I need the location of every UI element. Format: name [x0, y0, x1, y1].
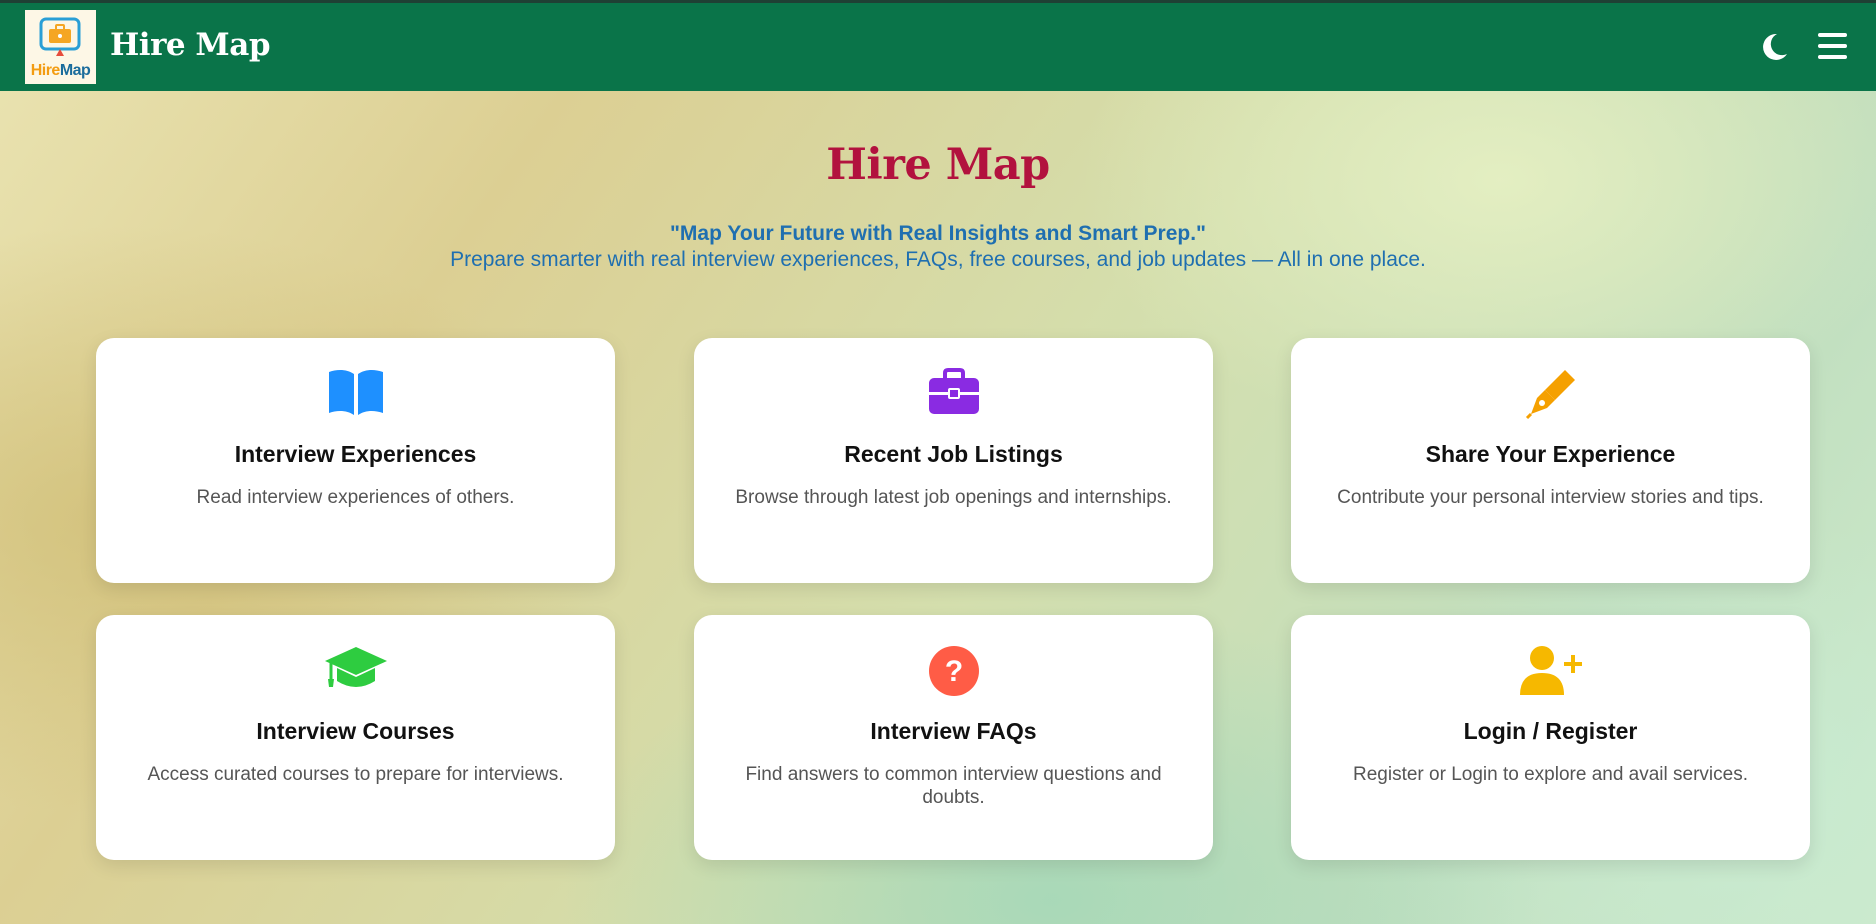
- card-share-your-experience[interactable]: Share Your Experience Contribute your pe…: [1291, 338, 1810, 583]
- question-circle-icon: ?: [928, 646, 979, 696]
- briefcase-icon: [928, 368, 979, 414]
- card-title: Share Your Experience: [1425, 441, 1676, 467]
- hero-title: Hire Map: [826, 140, 1050, 190]
- card-interview-courses[interactable]: Interview Courses Access curated courses…: [96, 615, 615, 860]
- logo[interactable]: HireMap: [25, 10, 96, 84]
- card-description: Find answers to common interview questio…: [745, 764, 1162, 808]
- book-icon: [328, 369, 383, 415]
- svg-text:?: ?: [944, 655, 962, 688]
- card-title: Recent Job Listings: [844, 441, 1063, 467]
- user-plus-icon: [1519, 646, 1582, 695]
- logo-text-part1: Hire: [30, 62, 61, 79]
- card-description: Contribute your personal interview stori…: [1337, 487, 1764, 508]
- top-navbar: HireMap Hire Map: [0, 0, 1876, 91]
- theme-toggle-button[interactable]: [1760, 32, 1788, 62]
- card-title: Login / Register: [1463, 718, 1638, 744]
- card-description: Access curated courses to prepare for in…: [147, 764, 564, 785]
- card-title: Interview Courses: [256, 718, 455, 744]
- card-title: Interview FAQs: [870, 718, 1037, 744]
- card-recent-job-listings[interactable]: Recent Job Listings Browse through lates…: [694, 338, 1213, 583]
- moon-icon: [1763, 33, 1787, 60]
- card-description: Register or Login to explore and avail s…: [1353, 764, 1748, 785]
- card-interview-experiences[interactable]: Interview Experiences Read interview exp…: [96, 338, 615, 583]
- logo-text-part2: Map: [59, 62, 91, 79]
- card-interview-faqs[interactable]: ? Interview FAQs Find answers to common …: [694, 615, 1213, 860]
- graduation-cap-icon: [324, 647, 387, 687]
- card-title: Interview Experiences: [234, 441, 477, 467]
- pen-icon: [1525, 370, 1575, 420]
- hero-tagline: "Map Your Future with Real Insights and …: [669, 222, 1207, 245]
- logo-text: HireMap: [25, 62, 96, 80]
- brand-name[interactable]: Hire Map: [110, 27, 271, 63]
- card-login-register[interactable]: Login / Register Register or Login to ex…: [1291, 615, 1810, 860]
- hamburger-menu-icon[interactable]: [1818, 33, 1847, 60]
- logo-icon: [39, 17, 81, 56]
- card-description: Read interview experiences of others.: [196, 487, 515, 508]
- hero-subtitle: Prepare smarter with real interview expe…: [450, 248, 1426, 271]
- card-description: Browse through latest job openings and i…: [735, 487, 1172, 508]
